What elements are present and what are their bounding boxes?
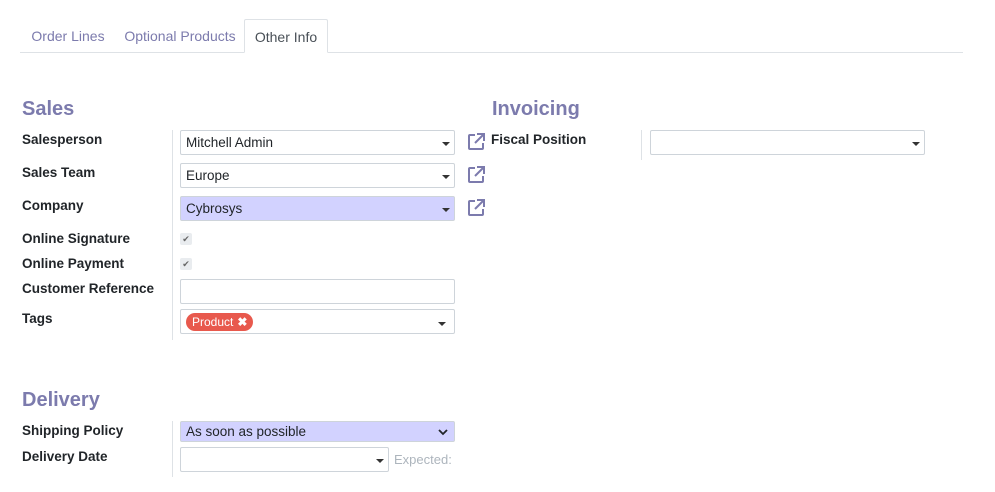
delivery-divider [172,421,173,477]
check-icon: ✔ [182,259,190,269]
tab-order-lines[interactable]: Order Lines [20,19,116,52]
company-select[interactable]: Cybrosys [180,196,455,221]
caret-down-icon [376,459,384,463]
online-payment-checkbox[interactable]: ✔ [180,258,192,270]
remove-icon[interactable]: ✖ [237,315,247,329]
external-link-icon[interactable] [466,165,486,185]
online-signature-label: Online Signature [22,231,131,246]
sales-team-select[interactable]: Europe [180,163,455,188]
tag-label: Product [192,315,234,329]
delivery-date-label: Delivery Date [22,449,108,464]
delivery-section-title: Delivery [22,389,100,411]
fiscal-position-label: Fiscal Position [491,132,587,147]
shipping-policy-select[interactable]: As soon as possible [180,421,455,442]
tags-label: Tags [22,311,53,326]
notebook-tabs: Order Lines Optional Products Other Info [20,19,963,53]
sales-team-label: Sales Team [22,165,96,180]
company-value: Cybrosys [186,201,243,216]
sales-divider [172,130,173,340]
caret-down-icon [442,142,450,146]
online-payment-label: Online Payment [22,256,125,271]
check-icon: ✔ [182,234,190,244]
expected-label: Expected: [394,452,452,467]
caret-down-icon [442,208,450,212]
tags-input[interactable]: Product ✖ [180,309,455,334]
caret-down-icon [438,322,446,326]
salesperson-select[interactable]: Mitchell Admin [180,130,455,155]
sales-team-value: Europe [186,168,230,183]
delivery-date-input[interactable] [180,447,389,472]
company-label: Company [22,198,84,213]
caret-down-icon [442,175,450,179]
sales-section-title: Sales [22,98,75,120]
external-link-icon[interactable] [466,198,486,218]
fiscal-position-select[interactable] [650,130,925,155]
salesperson-label: Salesperson [22,132,103,147]
customer-reference-label: Customer Reference [22,281,155,296]
tab-other-info[interactable]: Other Info [244,19,328,53]
salesperson-value: Mitchell Admin [186,135,274,150]
shipping-policy-label: Shipping Policy [22,423,124,438]
chevron-down-icon [438,429,448,436]
tag-badge: Product ✖ [186,313,254,331]
invoicing-divider [641,130,642,160]
invoicing-section-title: Invoicing [492,98,580,120]
external-link-icon[interactable] [466,132,486,152]
tab-optional-products[interactable]: Optional Products [116,19,244,52]
customer-reference-input[interactable] [180,279,455,304]
caret-down-icon [912,142,920,146]
online-signature-checkbox[interactable]: ✔ [180,233,192,245]
shipping-policy-value: As soon as possible [186,424,307,439]
